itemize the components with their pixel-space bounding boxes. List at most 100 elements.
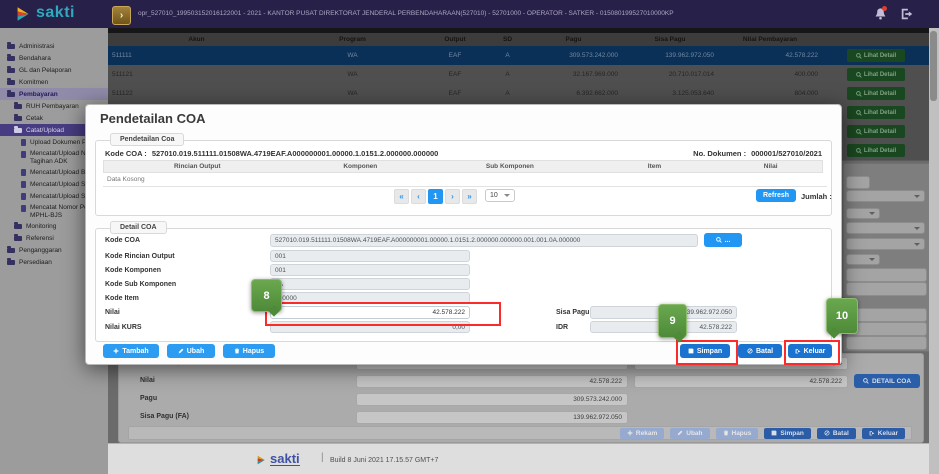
column-header-sisa-pagu[interactable]: Sisa Pagu <box>622 33 718 46</box>
table-row[interactable]: 511122WAEAFA6.392.662.0003.125.053.64080… <box>108 84 930 104</box>
file-icon <box>21 181 26 188</box>
lihat-detail-button[interactable]: Lihat Detail <box>847 87 905 100</box>
ubah-button[interactable]: Ubah <box>167 344 215 358</box>
app-screen: sakti › opr_527010_199503152016122001 - … <box>0 0 939 474</box>
modal-title: Pendetailan COA <box>100 111 205 126</box>
no-dokumen-line: No. Dokumen : 000001/527010/2021 <box>560 149 822 158</box>
session-info: opr_527010_199503152016122001 - 2021 - K… <box>138 10 778 17</box>
lihat-detail-button[interactable]: Lihat Detail <box>847 68 905 81</box>
ubah-button[interactable]: Ubah <box>670 428 709 439</box>
column-header-komponen[interactable]: Komponen <box>290 161 430 172</box>
background-form-select <box>846 254 880 265</box>
column-header-sd[interactable]: SD <box>490 33 525 46</box>
kode-coa-label: Kode COA : <box>105 149 147 158</box>
sidebar-item-komitmen[interactable]: Komitmen <box>0 76 115 88</box>
background-form-field <box>846 322 927 336</box>
footer-brand[interactable]: sakti <box>270 452 300 466</box>
folder-icon <box>7 260 15 265</box>
table-header-row: Akun Program Output SD Pagu Sisa Pagu Ni… <box>108 33 930 47</box>
sakti-footer-logo-icon <box>256 453 267 471</box>
lihat-detail-button[interactable]: Lihat Detail <box>847 106 905 119</box>
pagination-page-1[interactable]: 1 <box>428 189 443 204</box>
detail-kode-coa-field: 527010.019.511111.01508WA.4719EAF.A00000… <box>270 234 698 247</box>
file-icon <box>21 193 26 200</box>
callout-9: 9 <box>658 304 687 338</box>
column-header-akun[interactable]: Akun <box>108 33 285 46</box>
pagination-first-button[interactable]: « <box>394 189 409 204</box>
empty-table-message: Data Kosong <box>103 173 827 187</box>
folder-icon <box>14 236 22 241</box>
chevron-down-icon <box>914 195 920 198</box>
column-header-pagu[interactable]: Pagu <box>525 33 622 46</box>
background-form-select <box>846 238 925 250</box>
sidebar-item-administrasi[interactable]: Administrasi <box>0 40 115 52</box>
background-form-field <box>846 282 927 296</box>
column-header-item[interactable]: Item <box>590 161 720 172</box>
column-header-nilai[interactable]: Nilai <box>719 161 822 172</box>
lihat-detail-button[interactable]: Lihat Detail <box>847 125 905 138</box>
nilai-highlight-box <box>265 302 501 326</box>
kode-rincian-output-label: Kode Rincian Output <box>105 253 175 260</box>
field-label-nilai: Nilai <box>140 377 155 384</box>
background-form-select <box>846 222 925 234</box>
lihat-detail-button[interactable]: Lihat Detail <box>847 49 905 62</box>
background-form-field <box>846 176 870 189</box>
column-header-output[interactable]: Output <box>420 33 490 46</box>
column-header-rincian-output[interactable]: Rincian Output <box>104 161 290 172</box>
footer-divider: | <box>321 452 324 463</box>
scrollbar-thumb[interactable] <box>930 31 937 101</box>
jumlah-label: Jumlah : <box>801 192 832 201</box>
kode-sub-komponen-label: Kode Sub Komponen <box>105 281 176 288</box>
sidebar-item-pembayaran[interactable]: Pembayaran <box>0 88 115 100</box>
folder-icon <box>14 116 22 121</box>
column-header-program[interactable]: Program <box>285 33 420 46</box>
notification-badge <box>882 6 887 11</box>
footer-build-info: Build 8 Juni 2021 17.15.57 GMT+7 <box>330 457 438 464</box>
batal-button[interactable]: Batal <box>738 344 782 358</box>
page-size-select[interactable]: 10 <box>485 189 515 202</box>
lihat-detail-button[interactable]: Lihat Detail <box>847 144 905 157</box>
folder-icon <box>7 56 15 61</box>
chevron-down-icon <box>504 194 510 197</box>
sidebar-item-bendahara[interactable]: Bendahara <box>0 52 115 64</box>
simpan-button[interactable]: Simpan <box>764 428 810 439</box>
hapus-button[interactable]: Hapus <box>716 428 759 439</box>
pagu-field: 309.573.242.000 <box>356 393 628 406</box>
pagination-last-button[interactable]: » <box>462 189 477 204</box>
hapus-button[interactable]: Hapus <box>223 344 275 358</box>
bottom-button-bar: Rekam Ubah Hapus Simpan Batal Keluar <box>128 426 912 440</box>
sisa-pagu-fa-field: 139.962.972.050 <box>356 411 628 424</box>
table-row[interactable]: 511111WAEAFA309.573.242.000139.962.972.0… <box>108 46 930 66</box>
column-header-nilai-pembayaran[interactable]: Nilai Pembayaran <box>718 33 822 46</box>
kode-coa-search-button[interactable]: ... <box>704 233 742 247</box>
background-form-field <box>846 268 927 282</box>
simpan-highlight-box <box>676 340 738 365</box>
refresh-button[interactable]: Refresh <box>756 189 796 202</box>
keluar-button[interactable]: Keluar <box>862 428 905 439</box>
brand-title: sakti <box>36 4 75 22</box>
chevron-down-icon <box>869 258 875 261</box>
sidebar-toggle-button[interactable]: › <box>112 6 131 25</box>
tambah-button[interactable]: Tambah <box>103 344 159 358</box>
batal-button[interactable]: Batal <box>817 428 856 439</box>
chevron-down-icon <box>914 227 920 230</box>
file-icon <box>21 169 26 176</box>
sidebar-item-gl-dan-pelaporan[interactable]: GL dan Pelaporan <box>0 64 115 76</box>
callout-8: 8 <box>251 279 282 312</box>
callout-10: 10 <box>826 298 858 334</box>
app-footer: sakti | Build 8 Juni 2021 17.15.57 GMT+7 <box>108 443 929 474</box>
pagination-prev-button[interactable]: ‹ <box>411 189 426 204</box>
folder-icon <box>14 104 22 109</box>
file-icon <box>21 151 26 158</box>
table-row[interactable]: 511121WAEAFA32.167.969.00020.710.017.014… <box>108 65 930 85</box>
no-dokumen-value: 000001/527010/2021 <box>751 149 822 158</box>
chevron-down-icon <box>914 243 920 246</box>
pagination-next-button[interactable]: › <box>445 189 460 204</box>
column-header-sub-komponen[interactable]: Sub Komponen <box>430 161 590 172</box>
detail-coa-button[interactable]: DETAIL COA <box>854 374 920 388</box>
rekam-button[interactable]: Rekam <box>620 428 664 439</box>
background-form-select <box>846 208 880 219</box>
nilai-field: 42.578.222 <box>356 375 628 388</box>
logout-icon[interactable] <box>900 7 914 26</box>
kode-item-label: Kode Item <box>105 295 139 302</box>
